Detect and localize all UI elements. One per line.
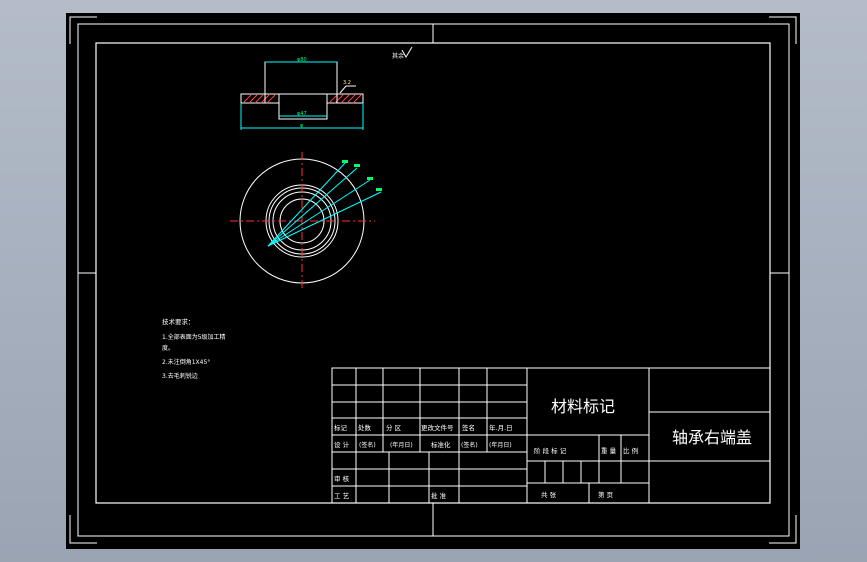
label-design: 设 计 <box>334 440 350 449</box>
label-approve: 批 准 <box>431 491 447 500</box>
label-change-doc: 更改文件号 <box>421 423 454 432</box>
roughness-label: 其余 <box>392 52 404 60</box>
tech-line-2: 度。 <box>162 344 174 352</box>
label-signature: 签名 <box>462 423 475 432</box>
label-zone: 分 区 <box>386 423 402 432</box>
label-mark: 标记 <box>334 423 348 432</box>
tech-line-1: 1.全部表面为5级加工精 <box>162 333 226 341</box>
label-design-date: (年月日) <box>390 441 413 449</box>
label-date: 年.月.日 <box>489 423 513 432</box>
label-std-date: (年月日) <box>489 441 512 449</box>
label-stage-mark: 阶 段 标 记 <box>534 446 567 455</box>
tech-heading: 技术要求： <box>162 317 195 326</box>
tech-line-4: 3.去毛刺锐边 <box>162 372 198 380</box>
label-count: 处数 <box>358 423 372 432</box>
label-sheet-no: 第 页 <box>598 490 614 499</box>
part-name: 轴承右端盖 <box>672 428 752 447</box>
label-sheets-total: 共 张 <box>541 490 557 499</box>
label-review: 审 核 <box>334 474 350 483</box>
label-process: 工 艺 <box>334 492 350 500</box>
surface-mark: 3.2 <box>343 80 351 86</box>
label-scale: 比 例 <box>623 446 638 455</box>
material-mark: 材料标记 <box>551 397 615 416</box>
label-std-sign: (签名) <box>461 441 478 449</box>
label-weight: 重 量 <box>601 447 617 455</box>
label-standardize: 标准化 <box>431 440 451 449</box>
section-dim-top: φ80 <box>297 57 307 63</box>
section-dim-bottom: φ47 <box>297 111 307 117</box>
label-design-sign: (签名) <box>359 441 376 449</box>
tech-line-3: 2.未注倒角1X45° <box>162 358 210 366</box>
cad-drawing: 其余 φ80 3.2 φ47 φ 技术要求： 1.全部表面为5级加工精 度。 2… <box>66 13 800 549</box>
